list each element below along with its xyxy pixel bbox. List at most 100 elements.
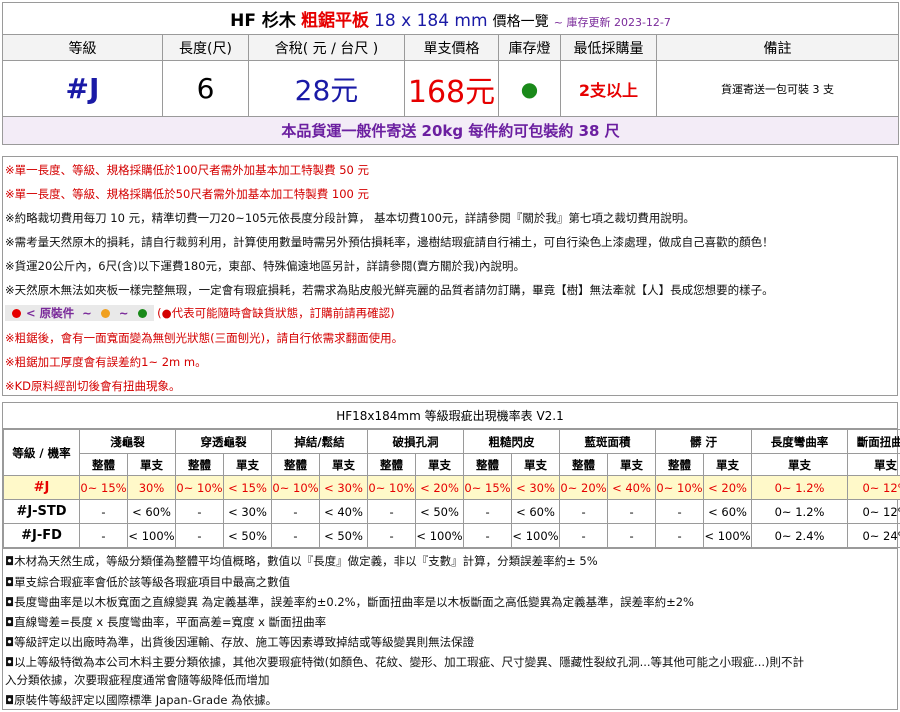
defect-cell: - [79,499,128,524]
notes-box: ※單一長度、等級、規格採購低於100尺者需外加基本加工特製費 50 元 ※單一長… [2,156,898,396]
col-tax-price: 含稅( 元 / 台尺 ) [248,34,405,61]
note-line: ※需考量天然原木的損耗，請自行裁剪利用，計算使用數量時需另外預估損耗率，邊樹結瑕… [5,235,774,249]
defect-cell: - [559,499,609,524]
red-dot-icon [12,309,21,318]
defect-cell: - [607,523,657,548]
defect-cell: < 100% [127,523,176,548]
sub-header: 單支 [511,453,561,476]
title-size: 18 x 184 mm [374,11,488,31]
defect-cell: < 50% [223,523,272,548]
defect-cell: < 30% [511,475,561,500]
defect-cell: < 50% [318,523,369,548]
note-line: ※貨運20公斤內，6尺(含)以下運費180元，東部、特殊偏遠地區另計，詳請參閱(… [5,259,525,273]
note-line: ※粗鋸加工厚度會有誤差約1~ 2m m。 [5,355,207,369]
group-header: 髒 汙 [655,429,753,454]
sub-header: 單支 [703,453,753,476]
note-line: ※粗鋸後，會有一面寬面變為無刨光狀態(三面刨光)，請自行依需求翻面使用。 [5,331,404,345]
sub-header: 整體 [367,453,417,476]
sub-header: 整體 [655,453,705,476]
note-line: ※單一長度、等級、規格採購低於100尺者需外加基本加工特製費 50 元 [5,163,370,177]
group-header: 藍斑面積 [559,429,657,454]
sub-header: 單支 [847,453,900,476]
defect-cell: < 60% [127,499,176,524]
defect-cell: < 60% [703,499,753,524]
group-header: 斷面扭曲率 [847,429,900,454]
defect-cell: 0~ 12% [847,475,900,500]
defect-cell: - [367,499,417,524]
orange-dot-icon [100,309,110,318]
title-suffix: 價格一覽 [492,14,549,30]
defect-cell: - [655,523,705,548]
sub-header: 整體 [79,453,128,476]
col-unit-price: 單支價格 [404,34,499,61]
stock-update-note: ~ 庫存更新 2023-12-7 [553,16,671,29]
group-header: 粗糙閃皮 [463,429,561,454]
defect-cell: < 100% [415,523,465,548]
note-line: ※天然原木無法如夾板一樣完整無瑕，一定會有瑕疵損耗，若需求為貼皮般光鮮亮麗的品質… [5,283,774,297]
sub-header: 整體 [175,453,224,476]
stock-legend-pill: < 原裝件 ~ ~ [5,305,154,321]
tax-price-value: 28元 [248,60,405,117]
defect-cell: 0~ 2.4% [751,523,849,548]
length-value: 6 [162,60,249,117]
defect-table-title: HF18x184mm 等級瑕疵出現機率表 V2.1 [3,403,897,429]
defect-cell: - [271,523,320,548]
group-header: 穿透龜裂 [175,429,272,454]
remark-value: 貨運寄送一包可裝 3 支 [656,60,899,117]
group-header: 破損孔洞 [367,429,465,454]
col-min-order: 最低採購量 [560,34,657,61]
group-header: 淺龜裂 [79,429,176,454]
defect-row-j-fd: #J-FD - < 100% - < 50% - < 50% - < 100% … [3,523,900,548]
defect-cell: 0~ 10% [655,475,705,500]
group-header: 掉結/鬆結 [270,429,369,454]
sub-header: 整體 [463,453,513,476]
sub-header: 單支 [751,453,849,476]
legend-note: (●代表可能隨時會缺貨狀態，訂購前請再確認) [157,306,395,320]
page: HF 杉木 粗鋸平板 18 x 184 mm 價格一覽 ~ 庫存更新 2023-… [0,0,900,712]
footnote-line: 入分類依據，次要瑕疵程度通常會隨等級降低而增加 [5,673,270,687]
unit-price-value: 168元 [404,60,499,117]
defect-cell: < 40% [607,475,657,500]
sub-header: 單支 [607,453,657,476]
footnote-line: ◘直線彎差=長度 x 長度彎曲率，平面高差=寬度 x 斷面扭曲率 [5,615,327,629]
defect-cell: < 100% [703,523,753,548]
product-row: #J 6 28元 168元 ● 2支以上 貨運寄送一包可裝 3 支 [2,60,899,117]
title-row: HF 杉木 粗鋸平板 18 x 184 mm 價格一覽 ~ 庫存更新 2023-… [2,2,899,35]
group-header: 長度彎曲率 [751,429,849,454]
defect-cell: 0~ 15% [463,475,513,500]
col-length: 長度(尺) [162,34,249,61]
row-grade: #J [3,475,80,500]
defect-cell: 0~ 1.2% [751,499,849,524]
defect-cell: < 60% [511,499,561,524]
defect-table-box: HF18x184mm 等級瑕疵出現機率表 V2.1 等級 / 機率 淺龜裂 穿透… [2,402,900,549]
defect-cell: 0~ 12% [847,499,900,524]
defect-cell: 0~ 10% [175,475,224,500]
stock-light-icon: ● [498,60,561,117]
defect-cell: 0~ 10% [271,475,320,500]
defect-cell: - [559,523,609,548]
shipping-banner: 本品貨運一般件寄送 20kg 每件約可包裝約 38 尺 [2,116,899,145]
footnotes-box: ◘木材為天然生成，等級分類僅為整體平均值概略，數值以『長度』做定義，非以『支數』… [2,548,898,710]
title-product: 粗鋸平板 [300,11,369,31]
defect-cell: < 100% [511,523,561,548]
footnote-line: ◘單支綜合瑕疵率會低於該等級各瑕疵項目中最高之數值 [5,575,291,589]
row-grade: #J-STD [3,499,80,524]
defect-cell: < 50% [415,499,465,524]
col-stock-light: 庫存燈 [498,34,561,61]
defect-cell: - [79,523,128,548]
sub-header: 單支 [415,453,465,476]
column-header-row: 等級 長度(尺) 含稅( 元 / 台尺 ) 單支價格 庫存燈 最低採購量 備註 [2,34,899,61]
page-title: HF 杉木 粗鋸平板 18 x 184 mm 價格一覽 ~ 庫存更新 2023-… [2,2,899,35]
defect-cell: - [367,523,417,548]
col-remark: 備註 [656,34,899,61]
footnote-line: ◘以上等級特徵為本公司木料主要分類依據，其他次要瑕疵特徵(如顏色、花紋、變形、加… [5,655,804,669]
legend-sep: ~ [118,306,129,320]
defect-sub-row: 整體 單支 整體 單支 整體 單支 整體 單支 整體 單支 整體 單支 整體 單… [4,453,900,476]
defect-cell: 0~ 20% [559,475,609,500]
defect-cell: - [463,523,513,548]
defect-cell: - [175,499,224,524]
defect-cell: - [463,499,513,524]
defect-cell: < 30% [318,475,369,500]
defect-cell: 30% [127,475,176,500]
min-order-value: 2支以上 [560,60,657,117]
